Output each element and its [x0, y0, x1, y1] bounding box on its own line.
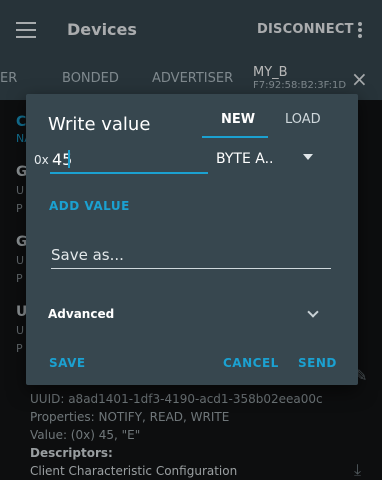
save-as-input[interactable] — [51, 244, 331, 269]
write-value-dialog: Write value NEW LOAD 0x BYTE A.. ADD VAL… — [26, 94, 358, 385]
cancel-button[interactable]: CANCEL — [223, 356, 279, 370]
add-value-button[interactable]: ADD VALUE — [49, 199, 130, 213]
advanced-toggle[interactable]: Advanced — [48, 307, 114, 321]
chevron-down-icon[interactable] — [307, 306, 319, 318]
tab-new[interactable]: NEW — [221, 112, 255, 127]
hex-prefix-label: 0x — [34, 153, 49, 167]
send-button[interactable]: SEND — [298, 356, 337, 370]
dialog-title: Write value — [48, 114, 151, 135]
dropdown-arrow-icon[interactable] — [303, 154, 313, 160]
save-button[interactable]: SAVE — [49, 356, 86, 370]
dialog-tab-indicator — [202, 136, 268, 138]
format-select[interactable]: BYTE A.. — [216, 151, 273, 167]
tab-load[interactable]: LOAD — [285, 112, 321, 127]
value-input[interactable] — [50, 148, 208, 174]
text-cursor — [68, 150, 70, 168]
